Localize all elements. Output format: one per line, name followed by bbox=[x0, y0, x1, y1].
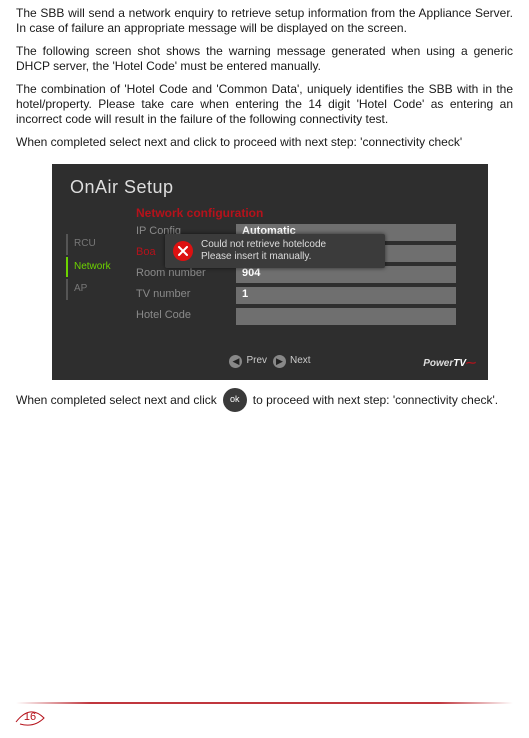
row-hotel-code: Hotel Code bbox=[136, 306, 456, 326]
setup-sidebar: RCU Network AP bbox=[66, 234, 126, 302]
field-hotel-code[interactable] bbox=[236, 308, 456, 325]
intro-paragraph-4: When completed select next and click to … bbox=[16, 135, 513, 150]
next-label: Next bbox=[290, 355, 311, 368]
finish-before: When completed select next and click bbox=[16, 393, 217, 408]
intro-paragraph-1: The SBB will send a network enquiry to r… bbox=[16, 6, 513, 36]
intro-paragraph-3: The combination of 'Hotel Code and 'Comm… bbox=[16, 82, 513, 127]
page-number: 16 bbox=[24, 711, 36, 725]
field-tv-number[interactable]: 1 bbox=[236, 287, 456, 304]
prev-button[interactable]: ◀ Prev bbox=[229, 355, 267, 368]
sidebar-item-ap[interactable]: AP bbox=[66, 279, 126, 300]
next-arrow-icon: ▶ bbox=[273, 355, 286, 368]
app-title: OnAir Setup bbox=[70, 176, 174, 199]
logo-tv: TV bbox=[453, 358, 466, 369]
intro-paragraph-2: The following screen shot shows the warn… bbox=[16, 44, 513, 74]
label-room-number: Room number bbox=[136, 267, 236, 281]
finish-after: to proceed with next step: 'connectivity… bbox=[253, 393, 498, 408]
finish-sentence: When completed select next and click ok … bbox=[16, 388, 513, 412]
section-title: Network configuration bbox=[136, 206, 263, 221]
embedded-screenshot: OnAir Setup RCU Network AP Network confi… bbox=[52, 164, 488, 380]
error-popup: Could not retrieve hotelcode Please inse… bbox=[165, 234, 385, 268]
page-number-badge: 16 bbox=[14, 708, 46, 728]
sidebar-item-network[interactable]: Network bbox=[66, 257, 126, 278]
prev-arrow-icon: ◀ bbox=[229, 355, 242, 368]
row-tv-number: TV number 1 bbox=[136, 285, 456, 305]
logo-swoosh-icon: ⁓ bbox=[466, 358, 476, 369]
label-hotel-code: Hotel Code bbox=[136, 309, 236, 323]
error-line-1: Could not retrieve hotelcode bbox=[201, 239, 326, 251]
field-room-number[interactable]: 904 bbox=[236, 266, 456, 283]
error-line-2: Please insert it manually. bbox=[201, 251, 326, 263]
prev-label: Prev bbox=[246, 355, 267, 368]
sidebar-item-rcu[interactable]: RCU bbox=[66, 234, 126, 255]
next-button[interactable]: ▶ Next bbox=[273, 355, 311, 368]
error-message: Could not retrieve hotelcode Please inse… bbox=[201, 239, 326, 263]
document-page: The SBB will send a network enquiry to r… bbox=[0, 0, 529, 738]
logo-power: Power bbox=[423, 358, 453, 369]
error-icon bbox=[173, 241, 193, 261]
ok-button[interactable]: ok bbox=[223, 388, 247, 412]
label-tv-number: TV number bbox=[136, 288, 236, 302]
powertv-logo: PowerTV⁓ bbox=[423, 358, 476, 371]
footer-divider bbox=[16, 702, 513, 704]
